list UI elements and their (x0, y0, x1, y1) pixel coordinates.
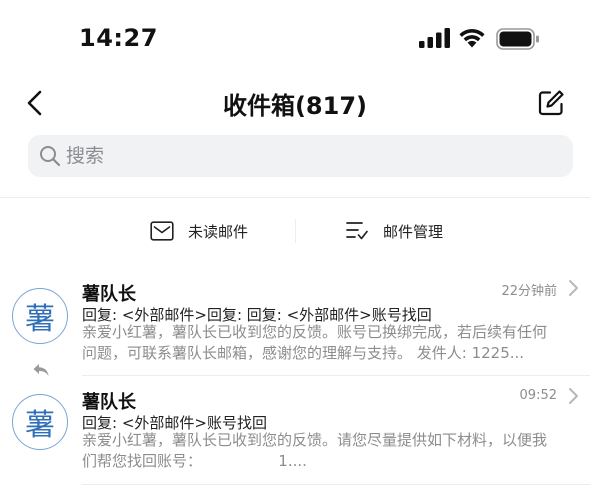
mail-sender: 薯队长 (82, 392, 136, 413)
mail-list-item[interactable]: 薯 薯队长 09:52 回复: <外部邮件>账号找回 亲爱小红薯，薯队长已收到您… (0, 378, 590, 488)
cellular-signal-icon (419, 28, 450, 48)
replied-icon (33, 364, 49, 376)
section-divider (0, 197, 590, 198)
sender-avatar: 薯 (12, 288, 68, 344)
filter-separator (295, 219, 296, 243)
search-icon (40, 146, 61, 167)
avatar-text: 薯 (25, 408, 55, 443)
chevron-right-icon (569, 280, 578, 296)
battery-icon (496, 28, 539, 50)
mail-management-filter[interactable]: 邮件管理 (345, 216, 443, 246)
chevron-right-icon (569, 388, 578, 404)
page-title: 收件箱(817) (222, 92, 368, 120)
compose-icon[interactable] (537, 89, 565, 117)
status-time: 14:27 (79, 24, 158, 52)
mail-time: 09:52 (519, 388, 557, 403)
mail-sender: 薯队长 (82, 284, 136, 305)
mail-preview: 亲爱小红薯，薯队长已收到您的反馈。请您尽量提供如下材料，以便我们帮您找回账号： … (82, 431, 548, 470)
unread-mail-filter[interactable]: 未读邮件 (150, 216, 248, 246)
search-box[interactable] (28, 135, 573, 177)
mail-time: 22分钟前 (501, 284, 557, 299)
mail-preview: 亲爱小红薯，薯队长已收到您的反馈。账号已换绑完成，若后续有任何问题，可联系薯队长… (82, 323, 548, 362)
search-input[interactable] (66, 135, 546, 177)
envelope-icon (150, 221, 174, 241)
mail-list-item[interactable]: 薯 薯队长 22分钟前 回复: <外部邮件>回复: 回复: <外部邮件>账号找回… (0, 270, 590, 380)
row-divider (82, 375, 590, 376)
mail-management-label: 邮件管理 (383, 222, 444, 241)
wifi-icon (459, 28, 485, 48)
status-bar: 14:27 (0, 0, 590, 80)
unread-mail-label: 未读邮件 (188, 222, 249, 241)
avatar-text: 薯 (25, 302, 55, 337)
manage-list-icon (346, 222, 368, 240)
sender-avatar: 薯 (12, 394, 68, 450)
row-divider (82, 484, 590, 485)
